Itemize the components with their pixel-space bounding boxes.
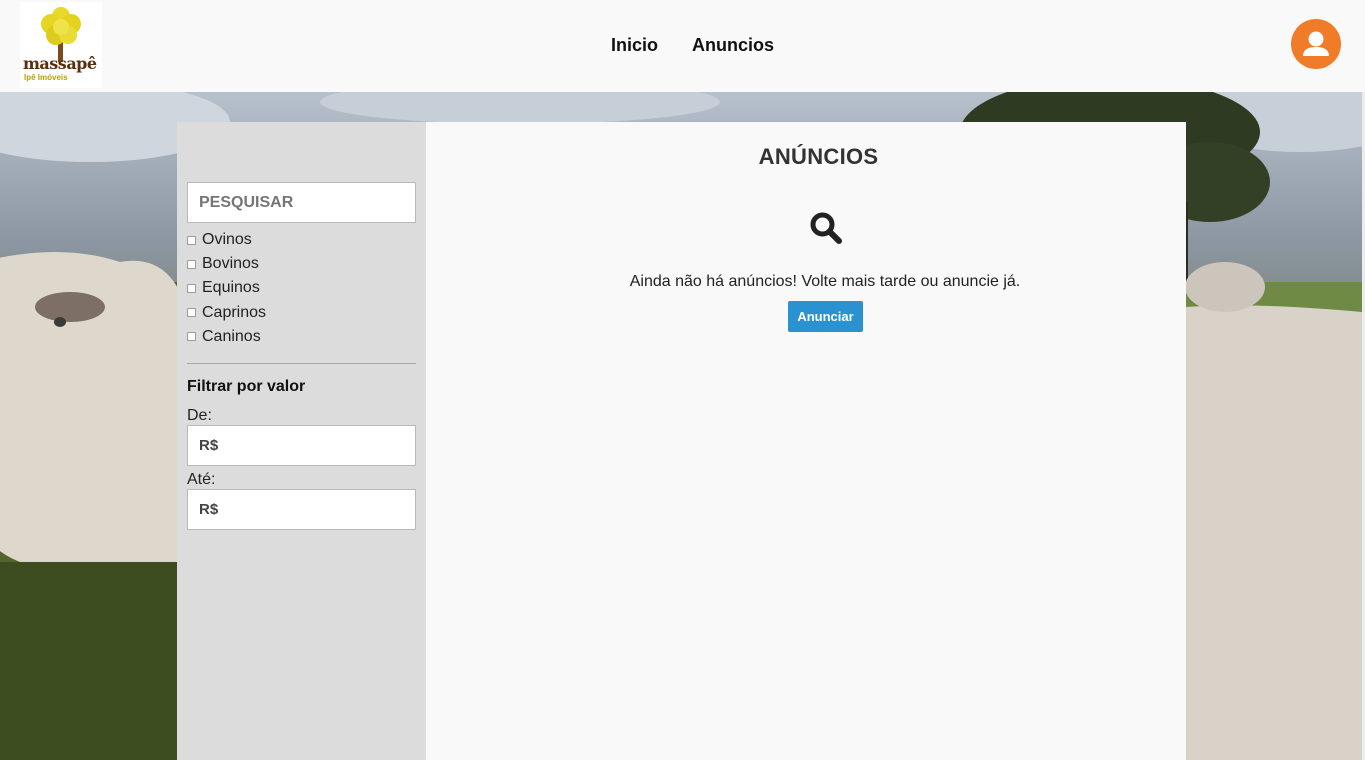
checkbox[interactable] <box>187 308 196 318</box>
nav-link-inicio[interactable]: Inicio <box>611 34 658 56</box>
search-input[interactable] <box>187 182 416 223</box>
anunciar-button[interactable]: Anunciar <box>788 301 863 332</box>
sidebar-divider <box>187 363 416 364</box>
nav-link-anuncios[interactable]: Anuncios <box>692 34 774 56</box>
category-label: Caninos <box>202 327 261 345</box>
checkbox[interactable] <box>187 283 196 293</box>
checkbox[interactable] <box>187 332 196 342</box>
category-label: Ovinos <box>202 231 252 249</box>
checkbox[interactable] <box>187 259 196 269</box>
filter-sidebar: Ovinos Bovinos Equinos Caprinos Caninos … <box>177 122 426 760</box>
category-bovinos[interactable]: Bovinos <box>187 252 266 276</box>
page-title: ANÚNCIOS <box>758 144 879 169</box>
brand-logo[interactable]: massapê Ipê Imóveis <box>20 2 102 88</box>
price-to-label: Até: <box>187 471 216 488</box>
top-navigation-bar: massapê Ipê Imóveis Inicio Anuncios <box>0 0 1365 92</box>
category-caprinos[interactable]: Caprinos <box>187 301 266 325</box>
price-from-label: De: <box>187 407 212 424</box>
price-to-input[interactable] <box>187 489 416 530</box>
category-label: Bovinos <box>202 255 259 273</box>
category-label: Caprinos <box>202 303 267 321</box>
category-caninos[interactable]: Caninos <box>187 325 266 349</box>
search-icon <box>810 212 842 244</box>
empty-state-message: Ainda não há anúncios! Volte mais tarde … <box>629 273 1021 290</box>
logo-wordmark: massapê <box>23 54 97 73</box>
category-filter-list: Ovinos Bovinos Equinos Caprinos Caninos <box>187 228 266 349</box>
user-avatar-button[interactable] <box>1291 19 1341 69</box>
logo-subtitle: Ipê Imóveis <box>24 73 68 82</box>
category-ovinos[interactable]: Ovinos <box>187 228 266 252</box>
price-filter-title: Filtrar por valor <box>187 378 306 395</box>
checkbox[interactable] <box>187 235 196 245</box>
price-from-input[interactable] <box>187 425 416 466</box>
user-icon <box>1303 31 1329 56</box>
category-label: Equinos <box>202 279 260 297</box>
category-equinos[interactable]: Equinos <box>187 276 266 300</box>
listings-panel: ANÚNCIOS Ainda não há anúncios! Volte ma… <box>426 122 1186 760</box>
main-nav: Inicio Anuncios <box>611 34 774 56</box>
